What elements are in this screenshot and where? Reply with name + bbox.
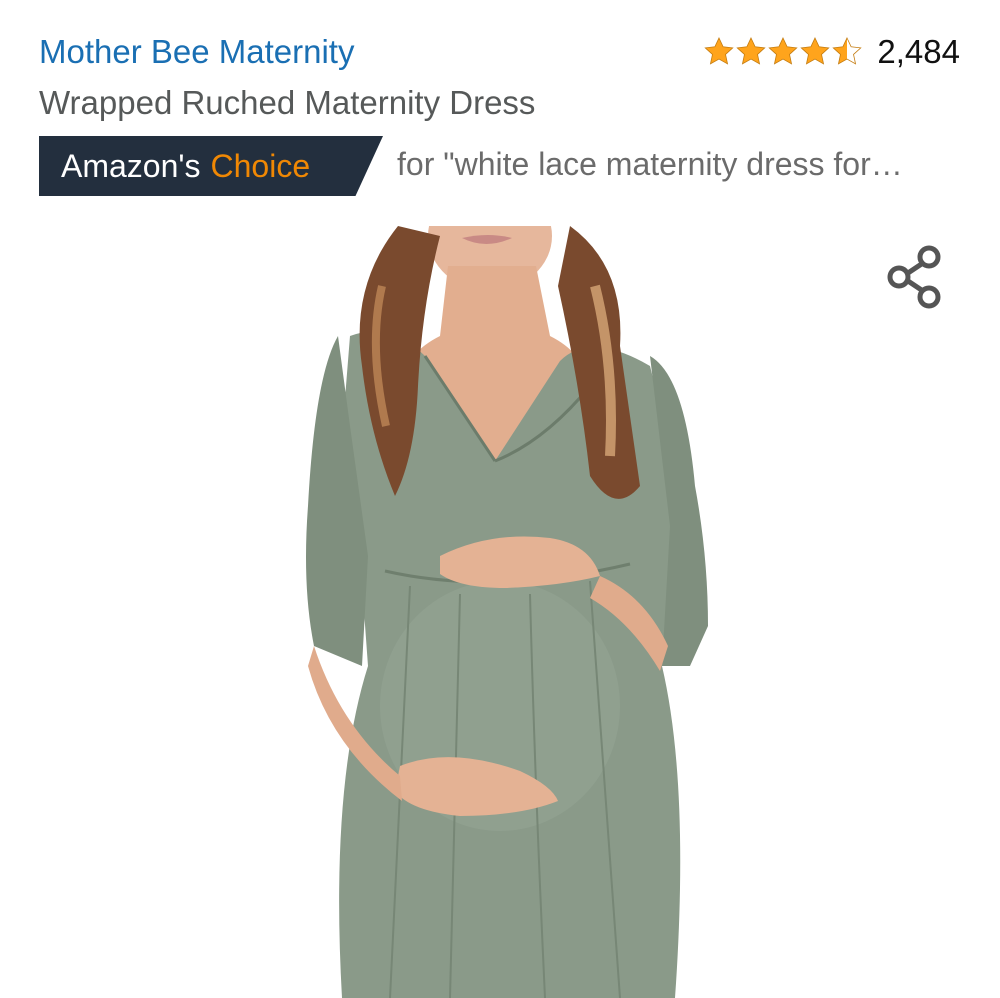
- badge-label-amazons: Amazon's: [61, 147, 201, 184]
- share-icon: [887, 245, 941, 309]
- product-image[interactable]: [290, 226, 730, 998]
- amazons-choice-badge[interactable]: Amazon's Choice: [39, 136, 383, 196]
- review-count[interactable]: 2,484: [877, 33, 960, 71]
- badge-query-text: for "white lace maternity dress for…: [397, 146, 903, 182]
- brand-link[interactable]: Mother Bee Maternity: [39, 33, 354, 71]
- star-rating: [703, 36, 863, 68]
- badge-label-choice: Choice: [210, 147, 311, 184]
- star-half-icon: [832, 37, 863, 65]
- product-photo: [290, 226, 730, 998]
- rating-summary[interactable]: 2,484: [703, 30, 960, 74]
- star-icon: [768, 37, 799, 65]
- share-button[interactable]: [880, 240, 952, 312]
- star-icon: [800, 37, 831, 65]
- star-icon: [736, 37, 767, 65]
- star-icon: [704, 37, 735, 65]
- product-title: Wrapped Ruched Maternity Dress: [39, 84, 536, 121]
